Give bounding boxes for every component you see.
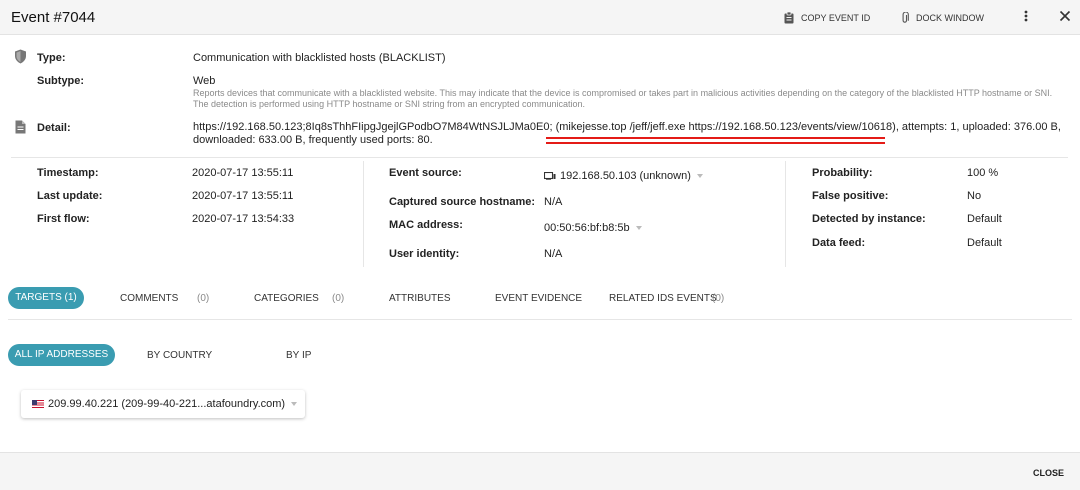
- dialog-title: Event #7044: [11, 9, 96, 26]
- target-ip-value: 209.99.40.221 (209-99-40-221...atafoundr…: [48, 398, 286, 410]
- device-icon: [544, 172, 556, 180]
- tab-related-ids-events[interactable]: RELATED IDS EVENTS: [609, 293, 717, 304]
- copy-event-id-button[interactable]: COPY EVENT ID: [784, 12, 870, 24]
- subtab-all-ip-addresses[interactable]: ALL IP ADDRESSES: [8, 344, 115, 366]
- clipboard-icon: [784, 12, 794, 24]
- copy-event-id-label: COPY EVENT ID: [801, 13, 871, 23]
- column-divider-1: [363, 161, 364, 267]
- dock-window-label: DOCK WINDOW: [916, 13, 984, 23]
- more-options-button[interactable]: [1024, 10, 1035, 22]
- tab-comments-count: (0): [197, 293, 210, 304]
- detected-by-instance-label: Detected by instance:: [812, 213, 926, 225]
- close-button[interactable]: CLOSE: [1033, 468, 1064, 478]
- data-feed-value: Default: [967, 237, 1002, 249]
- false-positive-label: False positive:: [812, 190, 889, 202]
- tab-categories[interactable]: CATEGORIES: [254, 293, 319, 304]
- detected-by-instance-value: Default: [967, 213, 1002, 225]
- info-divider: [11, 157, 1068, 158]
- chevron-down-icon: [291, 402, 298, 406]
- user-identity-label: User identity:: [389, 248, 460, 260]
- dock-window-button[interactable]: DOCK WINDOW: [901, 12, 984, 24]
- highlight-underline-1: [546, 137, 885, 139]
- more-vertical-icon: [1024, 10, 1028, 22]
- highlight-underline-2: [546, 142, 885, 144]
- detail-highlight: (mikejesse.top /jeff/jeff.exe https://19…: [555, 121, 896, 133]
- data-feed-label: Data feed:: [812, 237, 866, 249]
- probability-label: Probability:: [812, 167, 873, 179]
- subtype-label: Subtype:: [37, 75, 85, 87]
- subtab-by-ip[interactable]: BY IP: [286, 350, 311, 361]
- detail-part-1: https://192.168.50.123;8Iq8sThhFIipgJgej…: [193, 121, 556, 133]
- first-flow-label: First flow:: [37, 213, 90, 225]
- target-ip-chip[interactable]: 209.99.40.221 (209-99-40-221...atafoundr…: [21, 390, 305, 418]
- close-dialog-button[interactable]: [1059, 10, 1078, 22]
- captured-hostname-label: Captured source hostname:: [389, 196, 536, 208]
- tab-categories-count: (0): [332, 293, 345, 304]
- paperclip-icon: [902, 12, 909, 23]
- document-icon: [15, 120, 26, 134]
- first-flow-value: 2020-07-17 13:54:33: [192, 213, 295, 225]
- dialog-header: Event #7044 COPY EVENT ID DOCK WINDOW: [0, 0, 1080, 35]
- tab-attributes[interactable]: ATTRIBUTES: [389, 293, 450, 304]
- timestamp-value: 2020-07-17 13:55:11: [192, 167, 294, 179]
- us-flag-icon: [32, 400, 44, 408]
- chevron-down-icon: [635, 226, 642, 231]
- event-source-value: 192.168.50.103 (unknown): [560, 170, 691, 182]
- tabs-divider: [8, 319, 1072, 320]
- tab-related-ids-events-count: (0): [712, 293, 725, 304]
- user-identity-value: N/A: [544, 248, 563, 260]
- subtype-description: Reports devices that communicate with a …: [193, 88, 1053, 109]
- captured-hostname-value: N/A: [544, 196, 563, 208]
- event-source-label: Event source:: [389, 167, 462, 179]
- subtab-by-country[interactable]: BY COUNTRY: [147, 350, 212, 361]
- false-positive-value: No: [967, 190, 982, 202]
- tab-comments[interactable]: COMMENTS: [120, 293, 178, 304]
- type-value: Communication with blacklisted hosts (BL…: [193, 52, 446, 64]
- mac-address-dropdown[interactable]: 00:50:56:bf:b8:5b: [544, 222, 642, 234]
- last-update-value: 2020-07-17 13:55:11: [192, 190, 294, 202]
- tab-targets[interactable]: TARGETS (1): [8, 287, 84, 309]
- dialog-footer: CLOSE: [0, 452, 1080, 490]
- tab-event-evidence[interactable]: EVENT EVIDENCE: [495, 293, 582, 304]
- chevron-down-icon: [696, 174, 703, 178]
- probability-value: 100 %: [967, 167, 999, 179]
- mac-address-label: MAC address:: [389, 219, 463, 231]
- mac-address-value: 00:50:56:bf:b8:5b: [544, 222, 630, 234]
- subtype-value: Web: [193, 75, 216, 87]
- column-divider-2: [785, 161, 786, 267]
- detail-label: Detail:: [37, 122, 71, 134]
- type-label: Type:: [37, 52, 66, 64]
- last-update-label: Last update:: [37, 190, 103, 202]
- shield-icon: [15, 49, 26, 64]
- close-icon: [1059, 10, 1071, 22]
- event-source-dropdown[interactable]: 192.168.50.103 (unknown): [544, 170, 703, 182]
- timestamp-label: Timestamp:: [37, 167, 99, 179]
